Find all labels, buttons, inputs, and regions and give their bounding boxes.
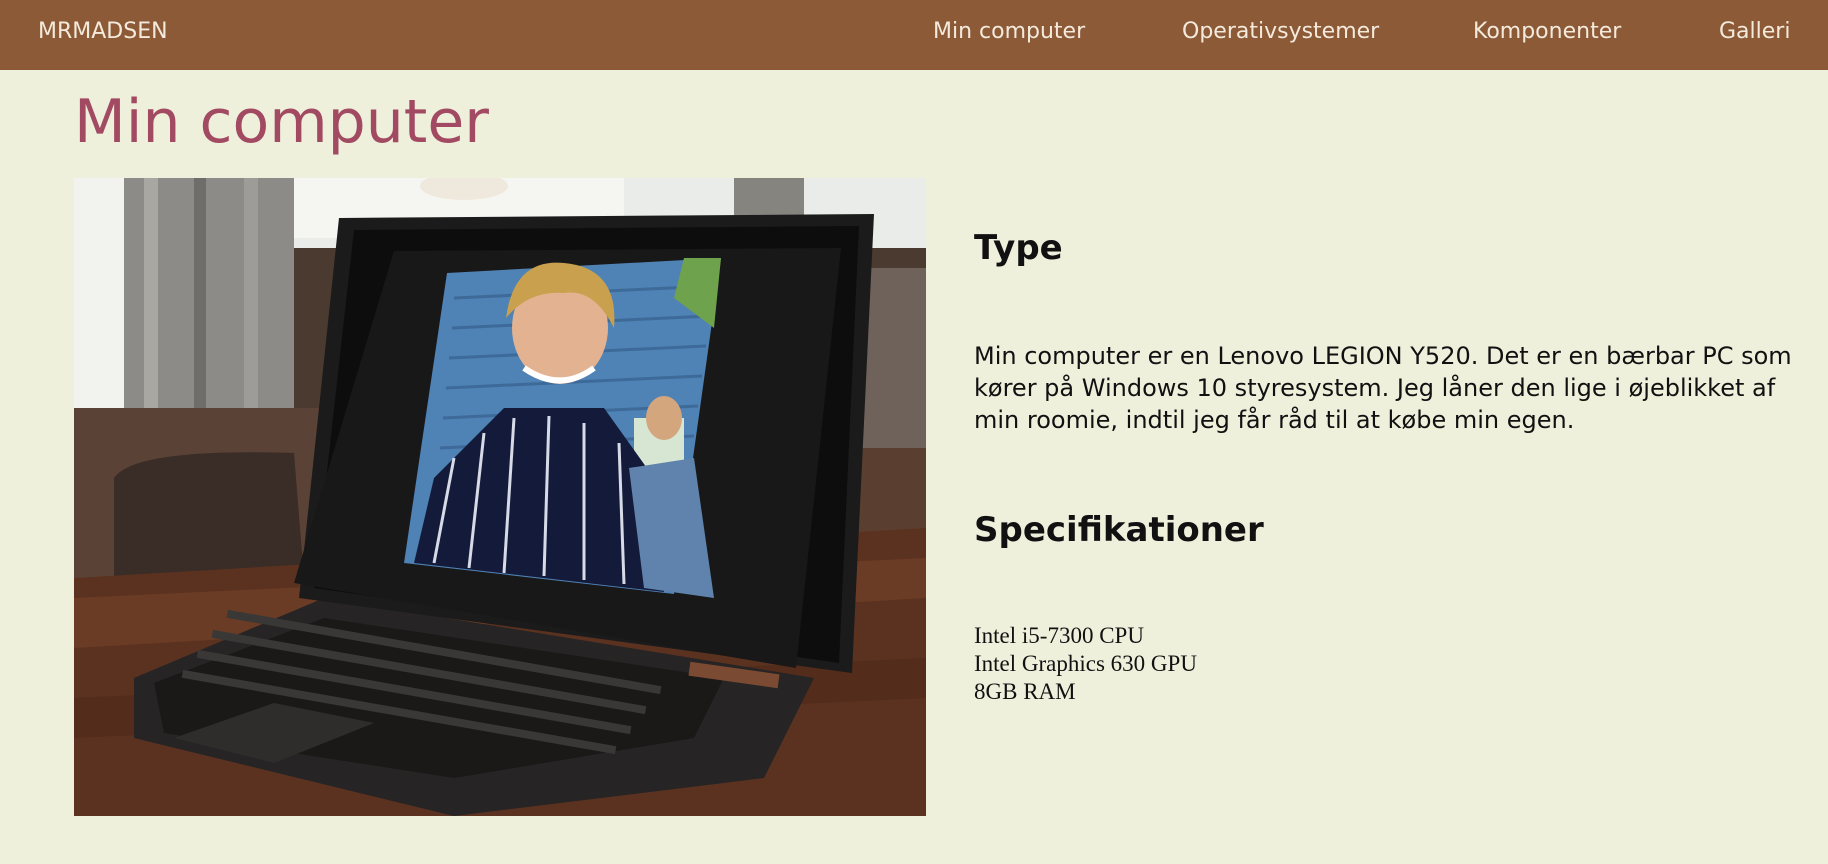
nav-link-operativsystemer[interactable]: Operativsystemer [1182,0,1379,63]
page-title: Min computer [74,87,489,157]
nav-link-galleri[interactable]: Galleri [1719,0,1790,63]
nav-link-komponenter[interactable]: Komponenter [1473,0,1621,63]
specs-list: Intel i5-7300 CPU Intel Graphics 630 GPU… [974,622,1197,706]
spec-item-ram: 8GB RAM [974,679,1076,704]
laptop-photo [74,178,926,816]
navbar: MRMADSEN Min computer Operativsystemer K… [0,0,1828,70]
type-heading: Type [974,228,1063,268]
spec-item-cpu: Intel i5-7300 CPU [974,623,1144,648]
specs-heading: Specifikationer [974,510,1264,550]
type-description: Min computer er en Lenovo LEGION Y520. D… [974,342,1792,434]
spec-item-gpu: Intel Graphics 630 GPU [974,651,1197,676]
nav-link-min-computer[interactable]: Min computer [933,0,1085,63]
brand-link[interactable]: MRMADSEN [38,0,168,63]
